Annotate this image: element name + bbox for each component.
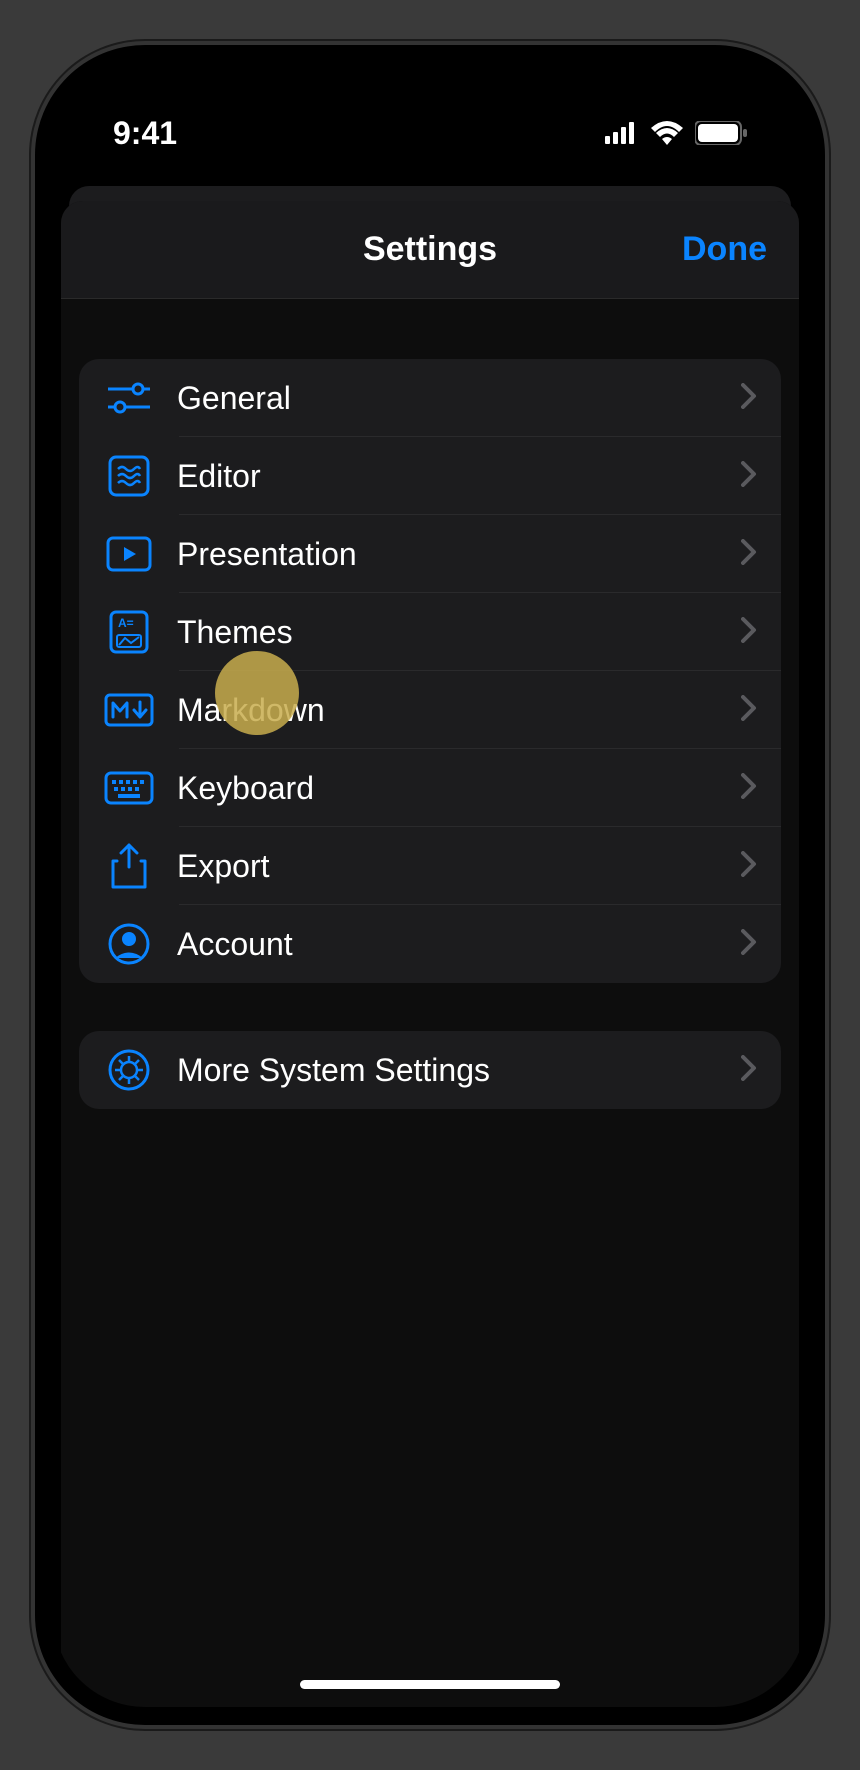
chevron-right-icon [741, 1055, 757, 1086]
done-button[interactable]: Done [682, 230, 767, 269]
editor-icon [99, 455, 159, 497]
settings-row-account[interactable]: Account [79, 905, 781, 983]
chevron-right-icon [741, 617, 757, 648]
sliders-icon [99, 382, 159, 414]
chevron-right-icon [741, 695, 757, 726]
status-time: 9:41 [113, 115, 177, 152]
chevron-right-icon [741, 461, 757, 492]
battery-icon [695, 121, 747, 145]
chevron-right-icon [741, 851, 757, 882]
settings-row-themes[interactable]: A= Themes [79, 593, 781, 671]
account-icon [99, 923, 159, 965]
row-label: More System Settings [177, 1052, 741, 1089]
chevron-right-icon [741, 773, 757, 804]
chevron-right-icon [741, 383, 757, 414]
gear-icon [99, 1049, 159, 1091]
row-label: Markdown [177, 692, 741, 729]
settings-row-keyboard[interactable]: Keyboard [79, 749, 781, 827]
phone-screen: 9:41 Settings Done [53, 63, 807, 1707]
row-label: Export [177, 848, 741, 885]
export-icon [99, 843, 159, 889]
settings-group-system: More System Settings [79, 1031, 781, 1109]
settings-row-presentation[interactable]: Presentation [79, 515, 781, 593]
chevron-right-icon [741, 539, 757, 570]
markdown-icon [99, 693, 159, 727]
row-label: Themes [177, 614, 741, 651]
page-title: Settings [363, 230, 497, 269]
themes-icon: A= [99, 610, 159, 654]
row-label: Editor [177, 458, 741, 495]
settings-modal: Settings Done General [61, 201, 799, 1707]
phone-frame: 9:41 Settings Done [35, 45, 825, 1725]
cellular-signal-icon [605, 122, 639, 144]
wifi-icon [651, 121, 683, 145]
settings-row-general[interactable]: General [79, 359, 781, 437]
settings-group-main: General Editor [79, 359, 781, 983]
play-icon [99, 536, 159, 572]
row-label: Account [177, 926, 741, 963]
chevron-right-icon [741, 929, 757, 960]
navigation-bar: Settings Done [61, 201, 799, 299]
status-bar: 9:41 [53, 63, 807, 173]
status-indicators [605, 121, 747, 145]
content-area[interactable]: General Editor [61, 299, 799, 1109]
row-label: Presentation [177, 536, 741, 573]
home-indicator[interactable] [300, 1680, 560, 1689]
settings-row-editor[interactable]: Editor [79, 437, 781, 515]
svg-text:A=: A= [118, 616, 134, 630]
settings-row-markdown[interactable]: Markdown [79, 671, 781, 749]
keyboard-icon [99, 771, 159, 805]
settings-row-export[interactable]: Export [79, 827, 781, 905]
row-label: General [177, 380, 741, 417]
settings-row-more-system[interactable]: More System Settings [79, 1031, 781, 1109]
row-label: Keyboard [177, 770, 741, 807]
